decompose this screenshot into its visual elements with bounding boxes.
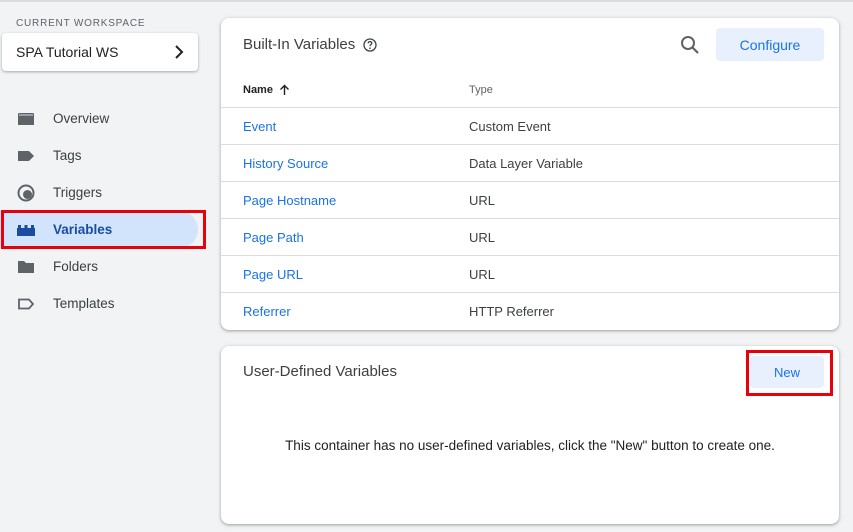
tag-icon [16, 148, 36, 164]
sidebar-item-folders[interactable]: Folders [0, 248, 200, 285]
column-header-name[interactable]: Name [243, 84, 290, 96]
template-icon [16, 296, 36, 312]
new-variable-button[interactable]: New [750, 356, 824, 388]
search-icon[interactable] [679, 34, 701, 56]
overview-icon [16, 111, 36, 127]
sidebar-item-variables[interactable]: Variables [0, 211, 198, 248]
variable-type: Custom Event [469, 119, 551, 134]
sidebar-item-label: Templates [53, 296, 115, 311]
builtin-title-wrap: Built-In Variables [243, 36, 377, 53]
variable-name-link[interactable]: Event [243, 119, 276, 134]
sidebar-item-label: Variables [53, 222, 113, 237]
table-header: Name Type [221, 73, 839, 108]
workspace-selector[interactable]: SPA Tutorial WS [2, 33, 198, 71]
table-row: Event Custom Event [221, 108, 839, 145]
user-defined-variables-card: User-Defined Variables New This containe… [221, 346, 839, 524]
arrow-up-icon [279, 84, 289, 95]
variable-type: Data Layer Variable [469, 156, 583, 171]
sidebar-item-tags[interactable]: Tags [0, 137, 200, 174]
builtin-variables-card: Built-In Variables Configure Name Type E… [221, 18, 839, 330]
variable-name-link[interactable]: History Source [243, 156, 328, 171]
sidebar-item-triggers[interactable]: Triggers [0, 174, 200, 211]
variables-icon [16, 222, 36, 238]
variable-name-link[interactable]: Page URL [243, 267, 303, 282]
trigger-icon [16, 184, 36, 201]
sidebar-item-templates[interactable]: Templates [0, 285, 200, 322]
sidebar-nav: Overview Tags Triggers Variables Folders [0, 100, 210, 322]
empty-state-message: This container has no user-defined varia… [285, 438, 775, 453]
variable-type: HTTP Referrer [469, 304, 554, 319]
table-row: Page Hostname URL [221, 182, 839, 219]
configure-button[interactable]: Configure [716, 28, 824, 61]
variable-name-link[interactable]: Page Hostname [243, 193, 336, 208]
table-row: History Source Data Layer Variable [221, 145, 839, 182]
sidebar-item-overview[interactable]: Overview [0, 100, 200, 137]
user-defined-variables-title: User-Defined Variables [243, 363, 397, 380]
table-row: Page URL URL [221, 256, 839, 293]
variable-type: URL [469, 230, 496, 245]
sidebar: CURRENT WORKSPACE SPA Tutorial WS Overvi… [0, 0, 210, 532]
builtin-variables-title: Built-In Variables [243, 36, 356, 53]
help-icon[interactable] [363, 37, 377, 52]
variable-name-link[interactable]: Referrer [243, 304, 291, 319]
variable-type: URL [469, 193, 496, 208]
chevron-right-icon [175, 45, 184, 59]
column-header-type[interactable]: Type [469, 84, 493, 96]
folder-icon [16, 259, 36, 275]
workspace-label: CURRENT WORKSPACE [16, 18, 146, 29]
table-row: Page Path URL [221, 219, 839, 256]
variable-type: URL [469, 267, 496, 282]
sidebar-item-label: Tags [53, 148, 82, 163]
sidebar-item-label: Overview [53, 111, 110, 126]
sidebar-item-label: Triggers [53, 185, 103, 200]
variable-name-link[interactable]: Page Path [243, 230, 304, 245]
sidebar-item-label: Folders [53, 259, 99, 274]
table-row: Referrer HTTP Referrer [221, 293, 839, 330]
column-name-label: Name [243, 84, 273, 96]
workspace-name: SPA Tutorial WS [16, 44, 119, 60]
